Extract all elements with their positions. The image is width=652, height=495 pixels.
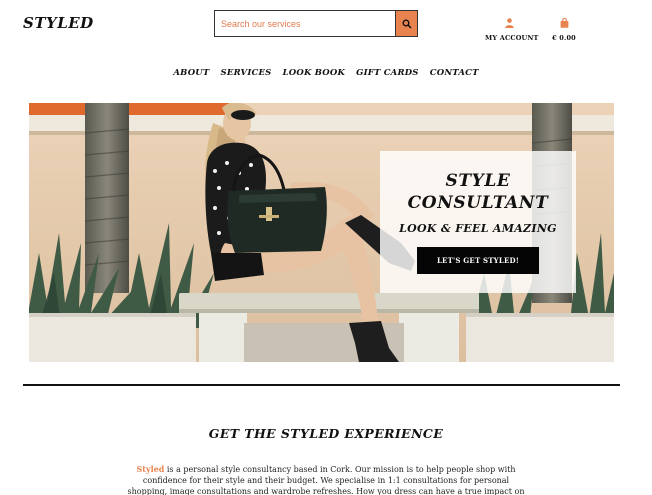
- cart-link[interactable]: € 0.00: [550, 13, 578, 42]
- search-button[interactable]: [395, 11, 417, 36]
- site-logo[interactable]: STYLED: [23, 14, 94, 32]
- get-styled-button[interactable]: LET'S GET STYLED!: [417, 247, 539, 274]
- my-account-link[interactable]: MY ACCOUNT: [485, 13, 539, 42]
- hero-title-line1: STYLE: [445, 171, 511, 191]
- cart-total: € 0.00: [552, 34, 576, 42]
- section-heading: GET THE STYLED EXPERIENCE: [208, 426, 444, 441]
- search-input[interactable]: [215, 11, 395, 36]
- shopping-bag-icon: [560, 17, 568, 28]
- hero-promo-panel: STYLE CONSULTANT LOOK & FEEL AMAZING LET…: [380, 151, 576, 293]
- my-account-label: MY ACCOUNT: [485, 34, 539, 42]
- user-icon: [504, 18, 514, 28]
- nav-look-book[interactable]: LOOK BOOK: [283, 68, 345, 78]
- nav-services[interactable]: SERVICES: [221, 68, 272, 78]
- hero-subtitle: LOOK & FEEL AMAZING: [399, 222, 557, 235]
- nav-gift-cards[interactable]: GIFT CARDS: [356, 68, 419, 78]
- brand-name: Styled: [136, 464, 165, 474]
- hero-title-line2: CONSULTANT: [407, 193, 549, 213]
- search-bar: [214, 10, 418, 37]
- section-divider: [23, 384, 620, 386]
- nav-about[interactable]: ABOUT: [173, 68, 209, 78]
- nav-contact[interactable]: CONTACT: [430, 68, 479, 78]
- intro-paragraph: Styled is a personal style consultancy b…: [125, 464, 527, 495]
- intro-text: is a personal style consultancy based in…: [127, 465, 525, 495]
- main-nav: ABOUT SERVICES LOOK BOOK GIFT CARDS CONT…: [0, 60, 652, 79]
- search-icon: [402, 19, 412, 29]
